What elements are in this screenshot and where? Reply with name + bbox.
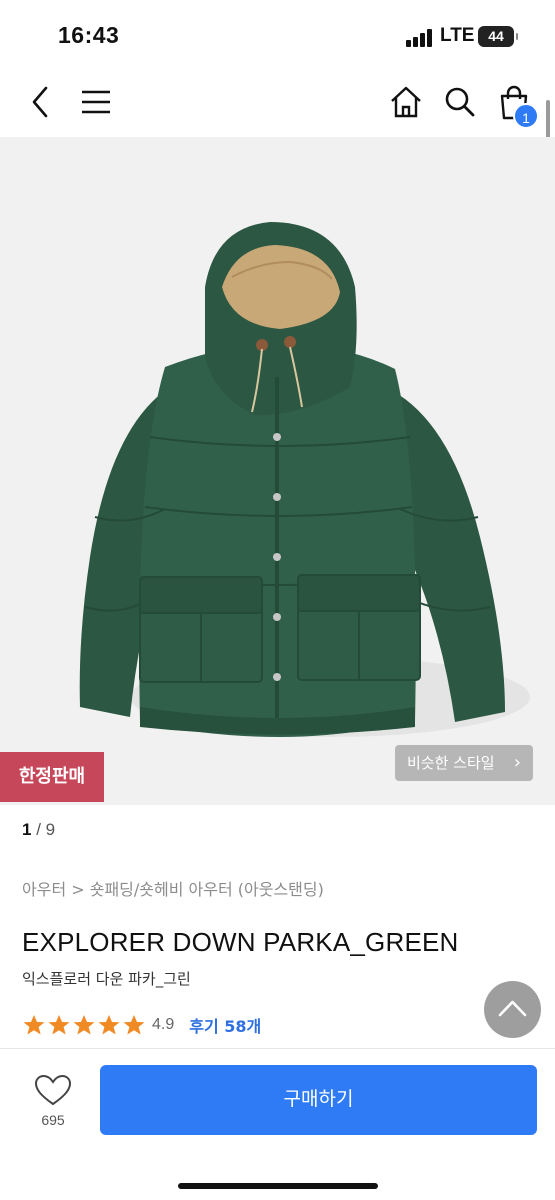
home-indicator [178,1183,378,1189]
product-subtitle: 익스플로러 다운 파카_그린 [22,970,191,988]
bottom-bar-divider [0,1048,555,1049]
like-count: 695 [41,1112,65,1128]
star-icon [73,1015,95,1035]
product-image [79,222,530,737]
rating-stars [22,1013,146,1037]
star-icon [23,1015,45,1035]
heart-outline-icon [34,1074,72,1106]
similar-style-button[interactable]: 비슷한 스타일 › [395,745,533,781]
image-pager: 1 / 9 [22,820,55,840]
star-icon [123,1015,145,1035]
limited-sale-badge: 한정판매 [0,752,104,802]
network-type: LTE [440,25,475,46]
signal-strength-icon [406,29,434,47]
home-button[interactable] [386,82,426,122]
status-bar: 16:43 LTE 44 [0,0,555,70]
product-title: EXPLORER DOWN PARKA_GREEN [22,927,459,957]
like-button[interactable]: 695 [30,1072,76,1132]
top-nav-bar [0,70,555,136]
battery-icon: 44 [478,26,518,47]
search-button[interactable] [440,82,480,122]
chevron-up-icon [498,1000,527,1017]
pager-total: 9 [45,820,56,839]
star-icon [98,1015,120,1035]
hamburger-menu-icon [82,90,110,114]
review-count-link[interactable]: 후기 58개 [189,1013,261,1037]
back-button[interactable] [20,82,60,122]
status-time: 16:43 [58,22,120,48]
home-icon [391,86,421,118]
breadcrumb[interactable]: 아우터 > 숏패딩/숏헤비 아우터 (아웃스탠딩) [22,876,324,900]
buy-button[interactable]: 구매하기 [100,1065,537,1135]
rating-row: 4.9 후기 58개 [22,1012,261,1038]
search-icon [445,87,475,117]
menu-button[interactable] [76,82,116,122]
chevron-right-icon: › [513,752,521,773]
chevron-left-icon [32,86,48,118]
similar-style-label: 비슷한 스타일 [407,754,495,772]
scroll-to-top-button[interactable] [484,981,541,1038]
star-icon [48,1015,70,1035]
pager-separator: / [31,820,46,839]
product-image-carousel[interactable] [0,137,555,805]
rating-value: 4.9 [152,1016,175,1033]
cart-count-badge: 1 [513,103,539,129]
